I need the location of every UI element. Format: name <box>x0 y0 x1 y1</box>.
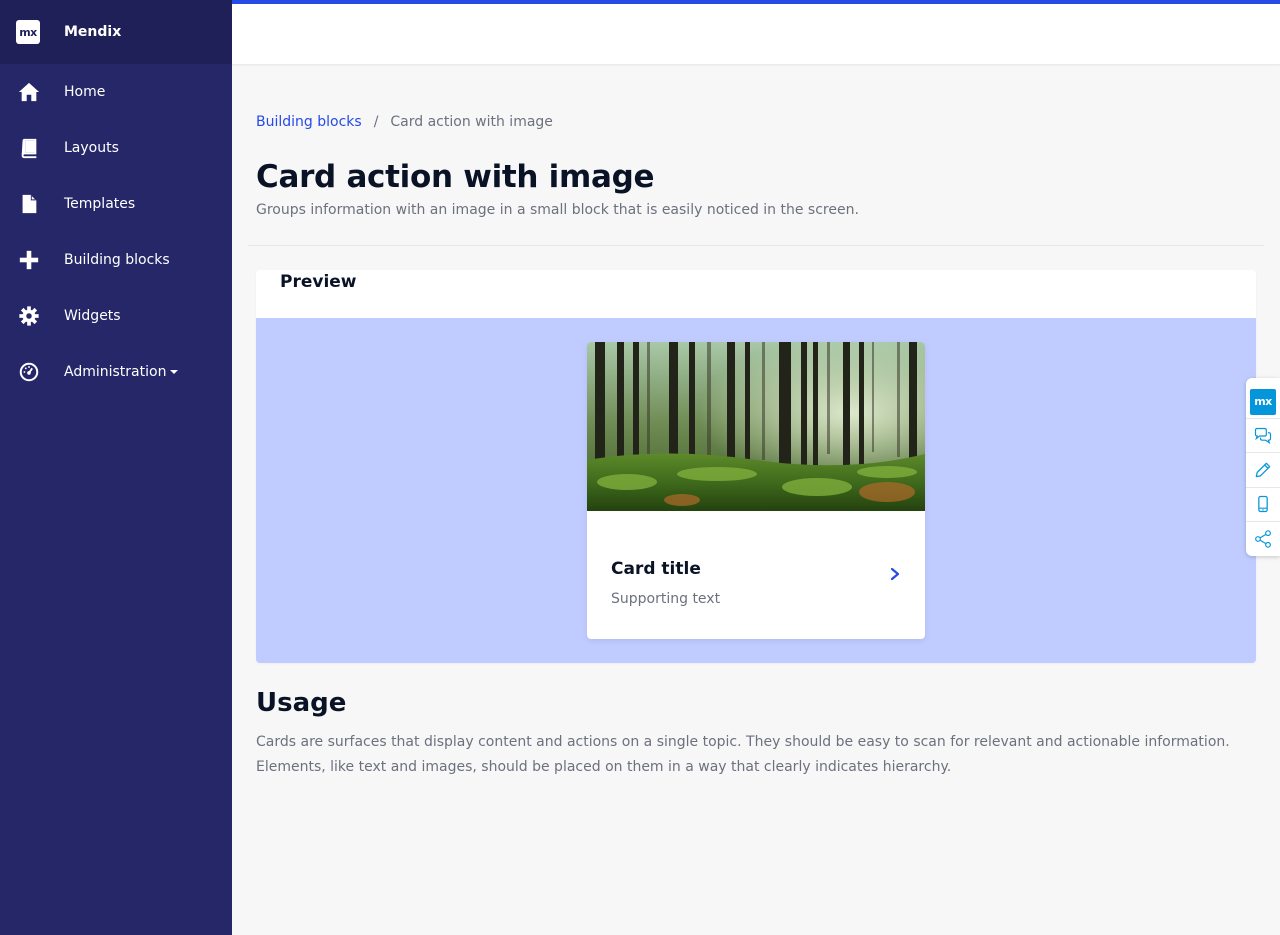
dashboard-icon <box>18 361 40 383</box>
page-title: Card action with image <box>256 159 655 195</box>
top-bar <box>232 0 1280 64</box>
header-divider <box>248 245 1264 246</box>
share-icon <box>1255 530 1271 548</box>
breadcrumb-separator: / <box>373 114 379 130</box>
sidebar-item-administration[interactable]: Administration <box>0 344 232 400</box>
chevron-right-icon[interactable] <box>886 563 904 585</box>
sidebar-item-label: Home <box>64 84 106 100</box>
brand[interactable]: mx Mendix <box>0 0 232 64</box>
preview-area: Card title Supporting text <box>256 318 1256 663</box>
dock-edit-button[interactable] <box>1246 453 1280 488</box>
caret-down-icon <box>170 370 179 374</box>
usage-heading: Usage <box>256 688 347 718</box>
breadcrumb-link-building-blocks[interactable]: Building blocks <box>256 114 362 130</box>
page-subtitle: Groups information with an image in a sm… <box>256 202 859 218</box>
dock-share-button[interactable] <box>1246 522 1280 556</box>
breadcrumb: Building blocks / Card action with image <box>256 100 1256 144</box>
forest-image <box>587 342 925 511</box>
sidebar-item-home[interactable]: Home <box>0 64 232 120</box>
breadcrumb-current: Card action with image <box>390 114 553 130</box>
sidebar-item-label: Templates <box>64 196 136 212</box>
sidebar-item-label: Layouts <box>64 140 119 156</box>
card-title: Card title <box>611 559 701 579</box>
card-body: Card title Supporting text <box>611 559 720 607</box>
preview-heading: Preview <box>280 272 357 292</box>
chat-icon <box>1254 427 1272 444</box>
sidebar-item-building-blocks[interactable]: Building blocks <box>0 232 232 288</box>
sidebar-item-templates[interactable]: Templates <box>0 176 232 232</box>
administration-label: Administration <box>64 364 167 380</box>
mendix-logo: mx <box>16 20 40 44</box>
plus-icon <box>18 249 40 271</box>
sidebar-item-widgets[interactable]: Widgets <box>0 288 232 344</box>
brand-name: Mendix <box>64 24 122 40</box>
dock-chat-button[interactable] <box>1246 419 1280 454</box>
card-supporting-text: Supporting text <box>611 591 721 607</box>
dock-mendix-button[interactable]: mx <box>1246 385 1280 420</box>
sidebar-item-label: Widgets <box>64 308 121 324</box>
sidebar-item-label: Building blocks <box>64 252 170 268</box>
home-icon <box>18 81 40 103</box>
pencil-icon <box>1255 462 1271 478</box>
sidebar-item-label: Administration <box>64 364 179 380</box>
card-action-with-image[interactable]: Card title Supporting text <box>587 342 925 639</box>
mendix-logo-icon: mx <box>1250 388 1276 415</box>
document-icon <box>18 193 40 215</box>
mobile-icon <box>1258 496 1268 513</box>
preview-panel: Preview Card title Supporting text <box>256 270 1256 663</box>
sidebar: mx Mendix Home Layouts Templates Buildin… <box>0 0 232 935</box>
usage-text: Cards are surfaces that display content … <box>256 734 1230 775</box>
gear-icon <box>18 305 40 327</box>
sidebar-item-layouts[interactable]: Layouts <box>0 120 232 176</box>
dock-mobile-button[interactable] <box>1246 488 1280 522</box>
side-dock: mx <box>1246 378 1280 556</box>
main-content: Building blocks / Card action with image… <box>256 100 1256 218</box>
book-icon <box>18 137 40 159</box>
